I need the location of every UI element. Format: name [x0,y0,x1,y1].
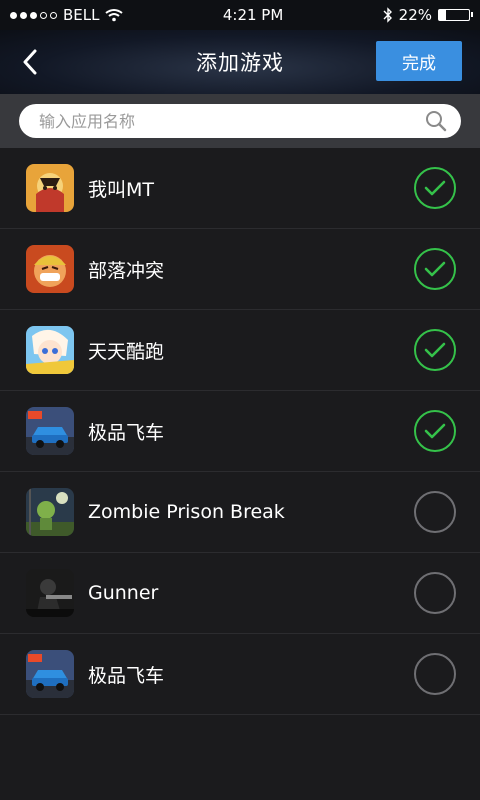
check-toggle[interactable] [414,572,456,614]
app-icon-tiantiankupao [26,326,74,374]
status-left: BELL [10,6,124,24]
check-toggle[interactable] [414,167,456,209]
app-icon-need-for-speed [26,407,74,455]
game-list: 我叫MT 部落冲突 天天酷跑 极品飞车 Zombie Prison Break … [0,148,480,715]
app-name: Gunner [88,582,159,604]
signal-icon [10,11,57,19]
search-box[interactable] [19,104,461,138]
list-item[interactable]: 部落冲突 [0,229,480,310]
app-icon-gunner [26,569,74,617]
list-item[interactable]: Zombie Prison Break [0,472,480,553]
list-item[interactable]: 天天酷跑 [0,310,480,391]
check-toggle[interactable] [414,653,456,695]
app-name: 我叫MT [88,178,154,201]
battery-label: 22% [398,6,432,24]
time-label: 4:21 PM [222,6,284,24]
carrier-label: BELL [63,6,100,24]
app-icon-need-for-speed [26,650,74,698]
search-input[interactable] [37,110,401,132]
app-name: Zombie Prison Break [88,501,285,523]
check-toggle[interactable] [414,410,456,452]
app-icon-clash-of-clans [26,245,74,293]
bluetooth-icon [383,7,392,23]
app-name: 天天酷跑 [88,340,165,363]
app-name: 极品飞车 [88,664,165,687]
app-icon-zombie-prison-break [26,488,74,536]
search-icon[interactable] [425,110,447,132]
chevron-left-icon [23,49,37,75]
checkmark-icon [424,342,446,358]
check-toggle[interactable] [414,491,456,533]
check-toggle[interactable] [414,329,456,371]
status-bar: BELL 4:21 PM 22% [0,0,480,30]
done-button[interactable]: 完成 [376,41,462,81]
list-item[interactable]: Gunner [0,553,480,634]
nav-bar: 添加游戏 完成 [0,30,480,94]
app-name: 极品飞车 [88,421,165,444]
list-item[interactable]: 我叫MT [0,148,480,229]
check-toggle[interactable] [414,248,456,290]
status-right: 22% [383,6,473,24]
checkmark-icon [424,261,446,277]
list-item[interactable]: 极品飞车 [0,391,480,472]
back-button[interactable] [16,46,44,78]
checkmark-icon [424,180,446,196]
list-item[interactable]: 极品飞车 [0,634,480,715]
wifi-icon [105,9,124,22]
page-title: 添加游戏 [196,51,284,75]
app-icon-wojiaomt [26,164,74,212]
app-name: 部落冲突 [88,259,165,282]
search-bar [0,94,480,148]
battery-icon [438,9,473,21]
checkmark-icon [424,423,446,439]
